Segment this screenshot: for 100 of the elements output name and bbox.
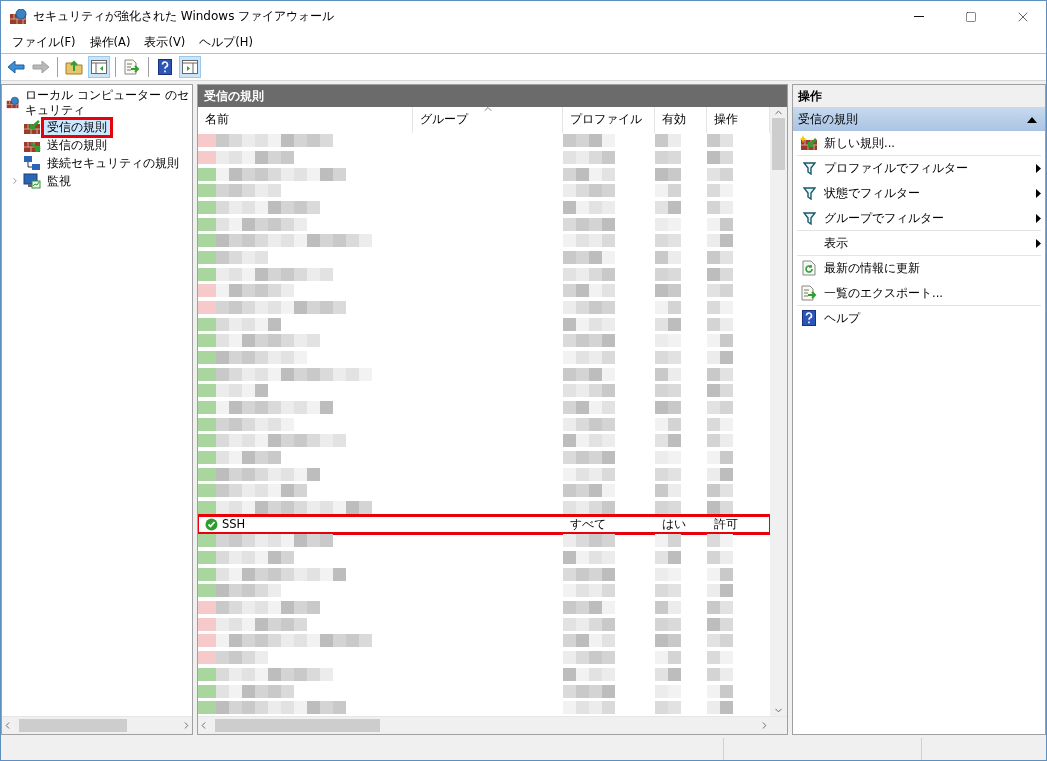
- help-icon: [158, 59, 172, 75]
- pixelated-text-drawing: [563, 367, 615, 381]
- pixelated-text-drawing: [563, 484, 615, 498]
- pixelated-text-drawing: [563, 684, 615, 698]
- menu-item[interactable]: 表示(V): [137, 35, 193, 50]
- pixelated-text-drawing: [707, 567, 733, 581]
- pixelated-text-drawing: [216, 317, 281, 331]
- table-row[interactable]: SSH すべて はい 許可: [198, 515, 770, 533]
- pixelated-text-drawing: [707, 301, 733, 315]
- pixelated-text-drawing: [216, 651, 268, 665]
- pixelated-text-drawing: [216, 384, 268, 398]
- pixelated-text-drawing: [655, 551, 681, 565]
- pixelated-text-drawing: [563, 701, 615, 715]
- pixelated-text-drawing: [563, 667, 615, 681]
- horizontal-scrollbar[interactable]: [2, 716, 192, 734]
- pixelated-text-drawing: [655, 701, 681, 715]
- pixelated-text-drawing: [655, 484, 681, 498]
- pixelated-text-drawing: [707, 584, 733, 598]
- tree-pane-icon: [91, 60, 107, 74]
- scroll-thumb[interactable]: [19, 719, 127, 732]
- minimize-icon: [914, 16, 924, 17]
- pixelated-text-drawing: [707, 251, 733, 265]
- pixelated-text-drawing: [655, 617, 681, 631]
- scroll-thumb[interactable]: [772, 118, 785, 170]
- pixelated-text-drawing: [707, 467, 733, 481]
- action-item[interactable]: 表示: [797, 231, 1041, 256]
- submenu-arrow-icon: [1036, 238, 1041, 248]
- pixelated-text-drawing: [655, 367, 681, 381]
- action-item[interactable]: 新しい規則...: [797, 131, 1041, 156]
- pixelated-text-drawing: [707, 434, 733, 448]
- menu-item[interactable]: ヘルプ(H): [192, 35, 260, 50]
- pixelated-text-drawing: [563, 617, 615, 631]
- tree-item[interactable]: 送信の規則: [44, 137, 110, 153]
- pixelated-text-drawing: [707, 551, 733, 565]
- maximize-icon: [965, 10, 977, 23]
- pixelated-text-drawing: [707, 201, 733, 214]
- menu-item[interactable]: ファイル(F): [5, 35, 83, 50]
- pixelated-text-drawing: [563, 151, 615, 164]
- pixelated-text-drawing: [563, 134, 615, 148]
- expand-chevron-icon[interactable]: [10, 176, 20, 186]
- pixelated-text-drawing: [216, 451, 281, 465]
- pixelated-text-drawing: [655, 151, 681, 164]
- pixelated-text-drawing: [655, 501, 681, 515]
- action-item[interactable]: 一覧のエクスポート...: [797, 281, 1041, 306]
- toolbar-button[interactable]: [88, 56, 110, 78]
- toolbar-button[interactable]: [179, 56, 201, 78]
- pixelated-text-drawing: [563, 401, 615, 415]
- pane-title: 受信の規則: [198, 85, 787, 107]
- submenu-arrow-icon: [1036, 213, 1041, 223]
- pixelated-text-drawing: [655, 401, 681, 415]
- column-header[interactable]: 有効: [655, 107, 707, 133]
- pixelated-text-drawing: [707, 401, 733, 415]
- pixelated-text-drawing: [655, 167, 681, 181]
- pixelated-text-drawing: [655, 251, 681, 265]
- table-cell-text: はい: [661, 516, 687, 532]
- pixelated-text-drawing: [655, 667, 681, 681]
- pixelated-text-drawing: [563, 317, 615, 331]
- action-item[interactable]: 最新の情報に更新: [797, 256, 1041, 281]
- pixelated-text-drawing: [563, 384, 615, 398]
- tree-item[interactable]: 受信の規則: [44, 119, 110, 135]
- pixelated-text-drawing: [707, 417, 733, 431]
- pixelated-text-drawing: [563, 234, 615, 248]
- table-cell-text: 許可: [713, 516, 739, 532]
- export-icon: [801, 285, 817, 301]
- scroll-thumb[interactable]: [215, 719, 380, 732]
- section-header[interactable]: 受信の規則: [793, 108, 1045, 131]
- pixelated-text-drawing: [707, 284, 733, 298]
- tree-item[interactable]: ローカル コンピューター のセキュリティ: [22, 88, 192, 118]
- column-header[interactable]: グループ: [413, 107, 563, 133]
- new-rule-icon: [800, 135, 818, 151]
- pixelated-text-drawing: [707, 267, 733, 281]
- menu-item[interactable]: 操作(A): [82, 35, 138, 50]
- pixelated-text-drawing: [216, 184, 281, 198]
- action-item[interactable]: 状態でフィルター: [797, 181, 1041, 206]
- pixelated-text-drawing: [563, 501, 615, 515]
- table-cell-text: すべて: [569, 516, 607, 532]
- pixelated-text-drawing: [563, 334, 615, 348]
- collapse-triangle-icon[interactable]: [1027, 116, 1037, 123]
- scroll-right-icon[interactable]: [759, 720, 770, 731]
- pixelated-text-drawing: [707, 484, 733, 498]
- tree-item[interactable]: 監視: [44, 173, 74, 189]
- pixelated-text-drawing: [707, 384, 733, 398]
- table-cell: SSH: [198, 517, 413, 532]
- action-item[interactable]: プロファイルでフィルター: [797, 156, 1041, 181]
- column-header[interactable]: プロファイル: [563, 107, 655, 133]
- column-header[interactable]: 名前: [198, 107, 413, 133]
- pixelated-text-drawing: [707, 617, 733, 631]
- pixelated-text-drawing: [563, 417, 615, 431]
- vertical-scrollbar[interactable]: [770, 107, 787, 716]
- horizontal-scrollbar[interactable]: [198, 716, 787, 734]
- pixelated-text-drawing: [707, 334, 733, 348]
- tree-item[interactable]: 接続セキュリティの規則: [44, 155, 182, 171]
- pixelated-text-drawing: [655, 317, 681, 331]
- pixelated-text-drawing: [655, 301, 681, 315]
- back-arrow-icon: [7, 60, 25, 74]
- pixelated-text-drawing: [563, 451, 615, 465]
- action-item[interactable]: ヘルプ: [797, 306, 1041, 331]
- pixelated-text-drawing: [707, 151, 733, 164]
- action-item[interactable]: グループでフィルター: [797, 206, 1041, 231]
- pixelated-text-drawing: [563, 434, 615, 448]
